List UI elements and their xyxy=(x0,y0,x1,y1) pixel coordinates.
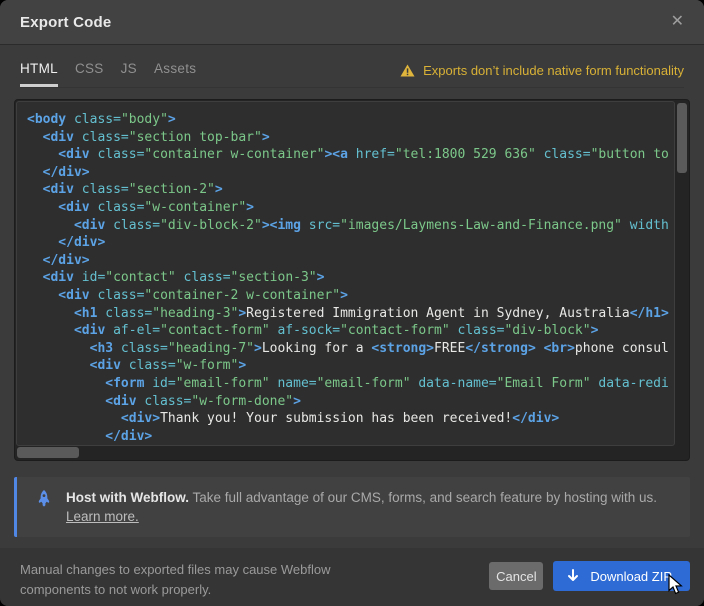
code-line: </div> xyxy=(27,164,674,182)
dialog-footer: Manual changes to exported files may cau… xyxy=(0,548,704,606)
banner-bold-text: Host with Webflow. xyxy=(66,490,189,505)
code-line: <div class="section top-bar"> xyxy=(27,129,674,147)
code-line: <div class="w-container"> xyxy=(27,199,674,217)
banner-text: Host with Webflow. Take full advantage o… xyxy=(66,488,657,526)
tab-assets-label: Assets xyxy=(154,61,196,76)
code-line: <div class="w-form-done"> xyxy=(27,393,674,411)
code-line: <div class="container-2 w-container"> xyxy=(27,287,674,305)
form-warning: Exports don’t include native form functi… xyxy=(400,61,684,78)
cancel-button[interactable]: Cancel xyxy=(489,562,543,590)
export-code-dialog: Export Code ✕ HTML CSS JS Assets Exports… xyxy=(0,0,704,606)
download-arrow-icon xyxy=(567,569,579,583)
tab-html-label: HTML xyxy=(20,61,58,76)
code-line: <div class="container w-container"><a hr… xyxy=(27,146,674,164)
code-line: <form id="email-form" name="email-form" … xyxy=(27,375,674,393)
close-icon[interactable]: ✕ xyxy=(671,14,684,30)
tab-bar: HTML CSS JS Assets Exports don’t include… xyxy=(20,61,684,88)
tab-css[interactable]: CSS xyxy=(75,61,104,87)
warning-text: Exports don’t include native form functi… xyxy=(423,63,684,78)
tab-css-label: CSS xyxy=(75,61,104,76)
tab-list: HTML CSS JS Assets xyxy=(20,61,196,87)
horizontal-scrollbar-thumb[interactable] xyxy=(17,447,79,458)
code-line: </div> xyxy=(27,428,674,446)
rocket-icon xyxy=(36,488,52,507)
footer-buttons: Cancel Download ZIP xyxy=(489,560,690,591)
vertical-scrollbar[interactable] xyxy=(676,102,688,445)
host-with-webflow-banner: Host with Webflow. Take full advantage o… xyxy=(14,477,690,537)
learn-more-link[interactable]: Learn more. xyxy=(66,507,139,526)
code-line: <div>Thank you! Your submission has been… xyxy=(27,410,674,428)
tab-html[interactable]: HTML xyxy=(20,61,58,87)
code-line: <div af-el="contact-form" af-sock="conta… xyxy=(27,322,674,340)
dialog-header: Export Code ✕ xyxy=(0,0,704,45)
code-line: <div id="contact" class="section-3"> xyxy=(27,269,674,287)
code-line: <h3 class="heading-7">Looking for a <str… xyxy=(27,340,674,358)
mouse-pointer-icon xyxy=(668,574,685,602)
tab-js-label: JS xyxy=(121,61,137,76)
footer-note: Manual changes to exported files may cau… xyxy=(20,560,370,600)
code-line: <div class="section-2"> xyxy=(27,181,674,199)
banner-body-text: Take full advantage of our CMS, forms, a… xyxy=(189,490,657,505)
dialog-title: Export Code xyxy=(20,14,111,31)
download-button-label: Download ZIP xyxy=(590,569,672,584)
vertical-scrollbar-thumb[interactable] xyxy=(677,103,687,173)
tab-js[interactable]: JS xyxy=(121,61,137,87)
code-line: </div> xyxy=(27,252,674,270)
code-line: <body class="body"> xyxy=(27,111,674,129)
code-line: <div class="div-block-2"><img src="image… xyxy=(27,217,674,235)
code-content[interactable]: <body class="body"> <div class="section … xyxy=(16,101,675,446)
code-editor[interactable]: <body class="body"> <div class="section … xyxy=(14,99,690,461)
cancel-button-label: Cancel xyxy=(496,569,536,584)
code-line: <h1 class="heading-3">Registered Immigra… xyxy=(27,305,674,323)
code-line: </div> xyxy=(27,234,674,252)
warning-triangle-icon xyxy=(400,64,415,77)
horizontal-scrollbar[interactable] xyxy=(16,446,675,459)
code-line: <div class="w-form"> xyxy=(27,357,674,375)
tab-assets[interactable]: Assets xyxy=(154,61,196,87)
